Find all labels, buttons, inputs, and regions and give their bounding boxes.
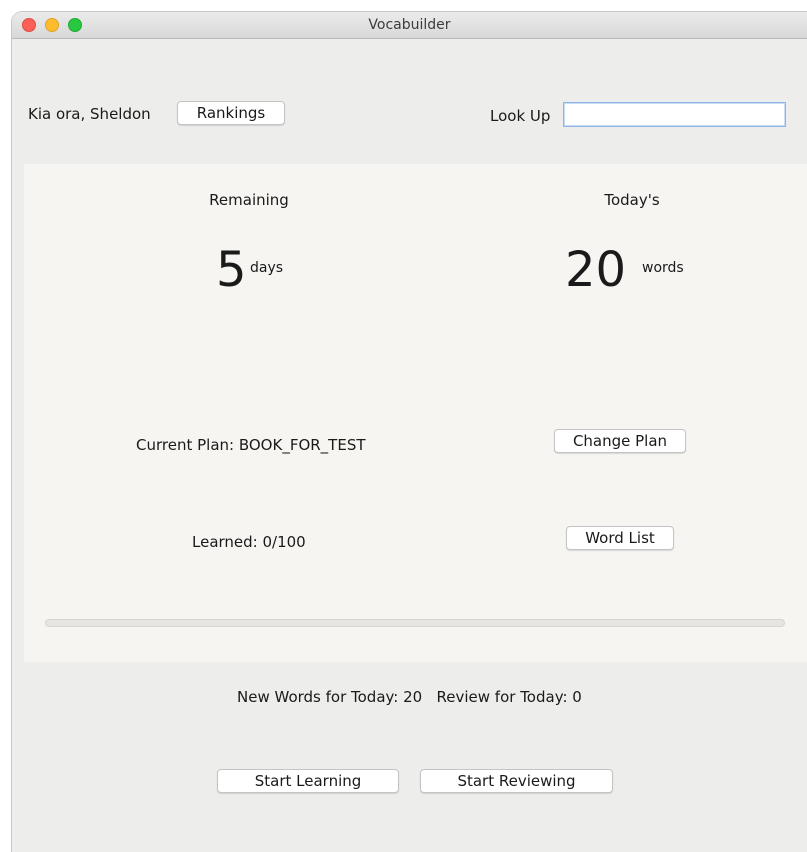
change-plan-button[interactable]: Change Plan: [554, 429, 686, 453]
greeting-text: Kia ora, Sheldon: [28, 105, 151, 123]
lookup-input[interactable]: [563, 102, 786, 127]
start-reviewing-button[interactable]: Start Reviewing: [420, 769, 613, 793]
study-panel: Remaining Today's 5 days 20 words Curren…: [24, 164, 807, 662]
daily-stats-text: New Words for Today: 20 Review for Today…: [237, 688, 582, 706]
remaining-days-unit: days: [250, 260, 284, 276]
learned-count-text: Learned: 0/100: [192, 533, 306, 551]
lookup-label: Look Up: [490, 107, 551, 125]
remaining-label: Remaining: [209, 191, 289, 209]
current-plan-text: Current Plan: BOOK_FOR_TEST: [136, 436, 366, 454]
todays-words-unit: words: [642, 260, 684, 276]
remaining-days-value: 5: [216, 242, 247, 298]
word-list-button[interactable]: Word List: [566, 526, 674, 550]
rankings-button[interactable]: Rankings: [177, 101, 285, 125]
learning-progress-bar: [45, 619, 785, 627]
app-window: Vocabuilder Kia ora, Sheldon Rankings Lo…: [12, 12, 807, 852]
title-bar: Vocabuilder: [12, 12, 807, 39]
todays-words-value: 20: [565, 242, 627, 298]
start-learning-button[interactable]: Start Learning: [217, 769, 399, 793]
todays-label: Today's: [604, 191, 660, 209]
window-title: Vocabuilder: [368, 17, 451, 33]
